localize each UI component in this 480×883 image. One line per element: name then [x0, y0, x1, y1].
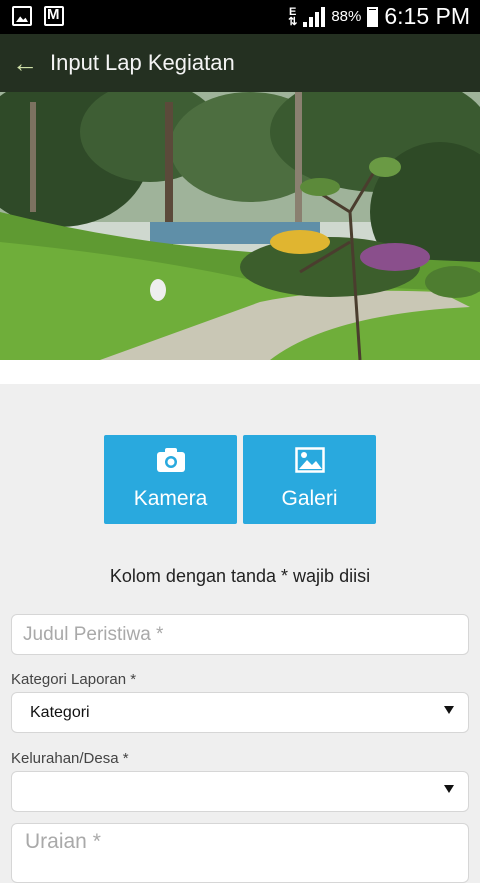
kelurahan-label: Kelurahan/Desa *	[11, 750, 129, 767]
dropdown-caret-icon	[444, 785, 454, 793]
gallery-button[interactable]: Galeri	[243, 435, 376, 524]
clock: 6:15 PM	[384, 3, 470, 29]
status-bar: E⇅ 88% 6:15 PM	[0, 0, 480, 34]
arrow-left-icon[interactable]: ←	[0, 34, 50, 92]
judul-placeholder: Judul Peristiwa *	[23, 624, 164, 645]
required-fields-note: Kolom dengan tanda * wajib diisi	[109, 566, 371, 586]
judul-peristiwa-input[interactable]: Judul Peristiwa *	[11, 614, 469, 655]
camera-button-label: Kamera	[133, 487, 208, 510]
page-title: Input Lap Kegiatan	[50, 50, 235, 75]
app-bar: ← Input Lap Kegiatan	[0, 34, 480, 92]
camera-icon	[156, 447, 186, 473]
battery-percent: 88%	[331, 8, 362, 25]
network-type: E ⇅	[288, 5, 298, 28]
photo-bottom-strip	[0, 360, 480, 384]
image-icon	[294, 447, 325, 473]
uraian-textarea[interactable]: Uraian *	[11, 823, 469, 883]
kelurahan-select[interactable]	[11, 771, 469, 812]
gallery-notification-icon	[12, 6, 32, 26]
dropdown-caret-icon	[444, 706, 454, 714]
report-photo	[0, 92, 480, 360]
signal-icon	[303, 6, 326, 27]
kategori-select[interactable]: Kategori	[11, 692, 469, 733]
battery-icon	[367, 6, 379, 27]
gallery-button-label: Galeri	[281, 487, 338, 510]
uraian-placeholder: Uraian *	[25, 830, 101, 853]
kategori-selected-value: Kategori	[30, 704, 90, 721]
gmail-notification-icon	[44, 6, 64, 26]
kategori-label: Kategori Laporan *	[11, 671, 137, 688]
camera-button[interactable]: Kamera	[104, 435, 237, 524]
